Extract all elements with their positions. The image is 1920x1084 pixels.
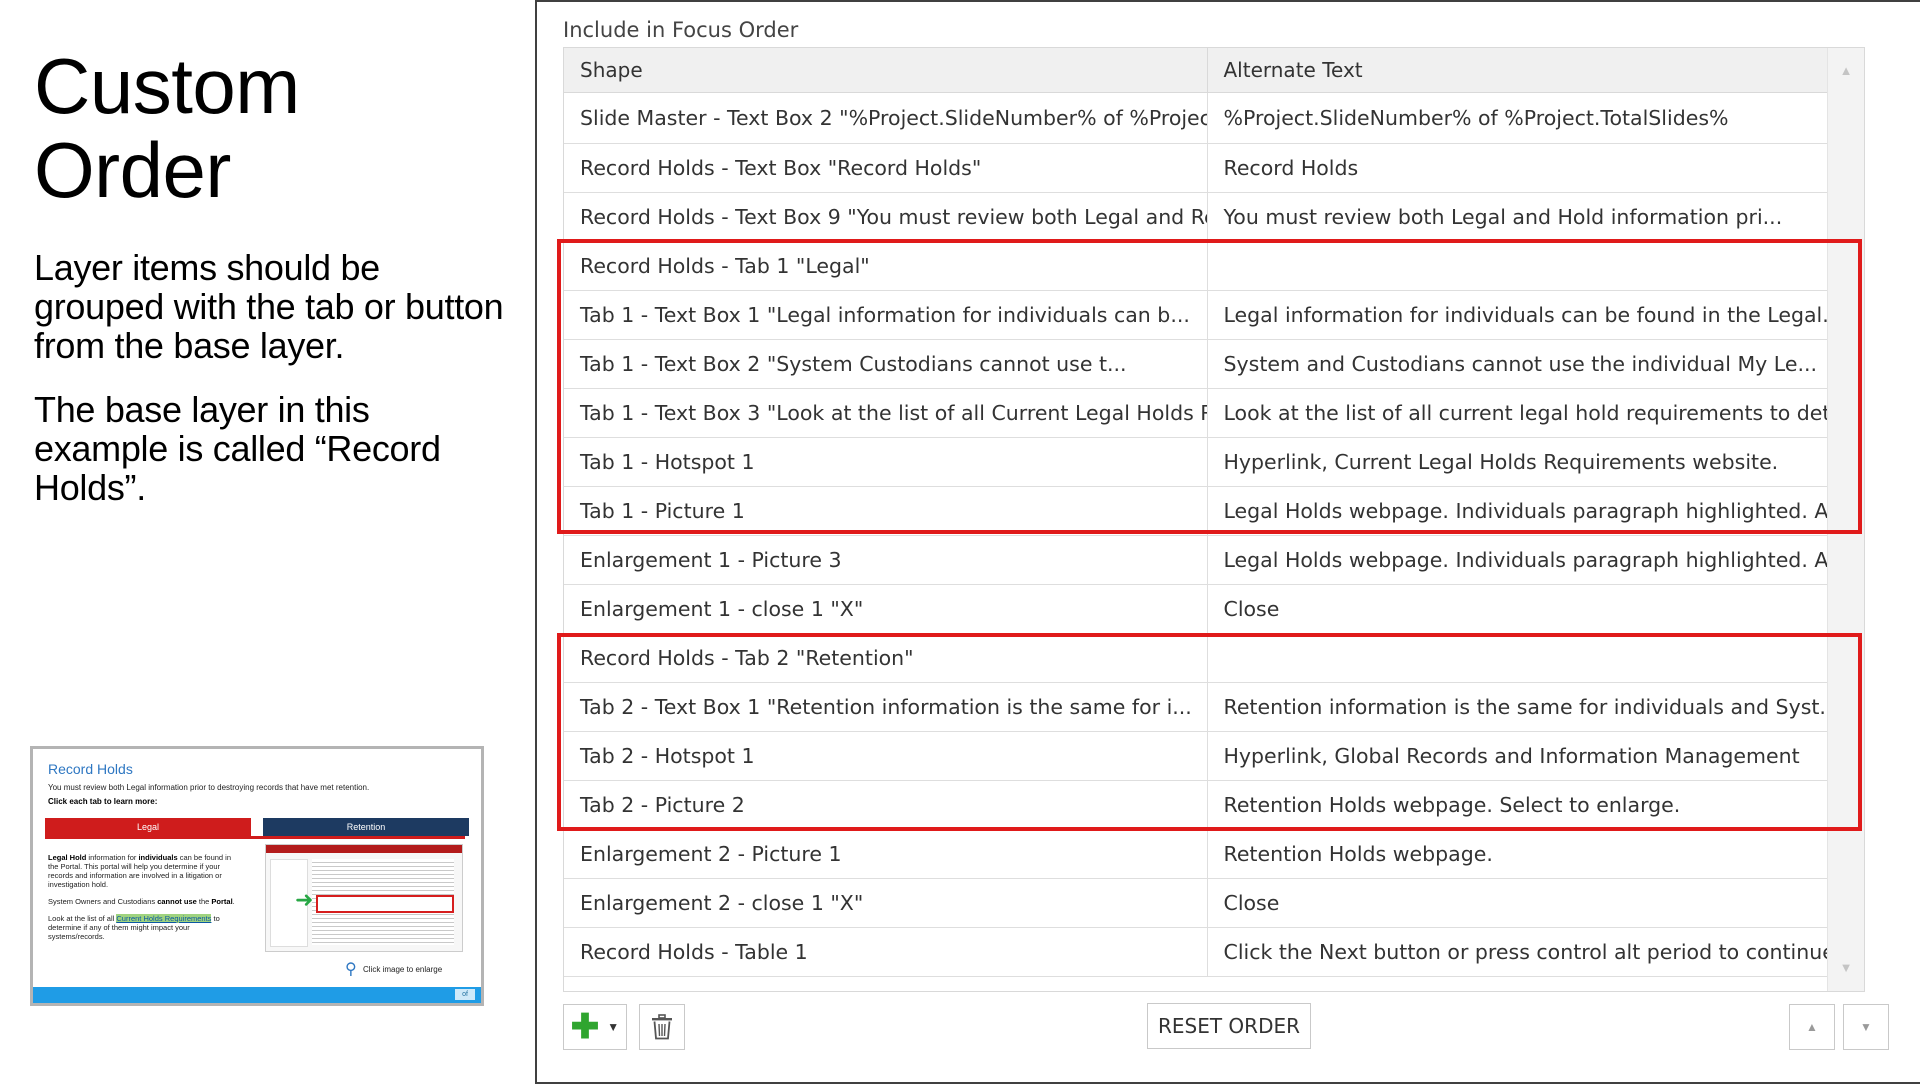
column-header-shape[interactable]: Shape <box>564 48 1208 93</box>
shape-cell[interactable]: Record Holds - Text Box 9 "You must revi… <box>564 192 1208 242</box>
alternate-text-cell[interactable] <box>1207 633 1864 683</box>
table-row[interactable]: Record Holds - Tab 2 "Retention" <box>564 633 1864 683</box>
alternate-text-cell[interactable]: Close <box>1207 878 1864 928</box>
thumbnail-footer: of <box>33 987 481 1003</box>
magnifier-icon: ⚲ <box>345 961 357 978</box>
table-row[interactable]: Enlargement 1 - Picture 3 Legal Holds web… <box>564 535 1864 585</box>
thumbnail-instruction: Click each tab to learn more: <box>48 797 158 806</box>
shape-cell[interactable]: Tab 1 - Text Box 2 "System Custodians ca… <box>564 339 1208 389</box>
slide-paragraph-2: The base layer in this example is called… <box>34 389 441 508</box>
alternate-text-cell[interactable]: Record Holds <box>1207 143 1864 193</box>
alternate-text-cell[interactable]: Retention Holds webpage. Select to enlar… <box>1207 780 1864 830</box>
slide-paragraph-1: Layer items should be grouped with the t… <box>34 247 504 366</box>
alternate-text-cell[interactable]: System and Custodians cannot use the ind… <box>1207 339 1864 389</box>
move-down-button[interactable]: ▼ <box>1843 1004 1889 1050</box>
slide-thumbnail: Record Holds You must review both Legal … <box>30 746 484 1006</box>
table-row[interactable]: Record Holds - Text Box "Record Holds" Re… <box>564 143 1864 193</box>
table-row[interactable]: Record Holds - Tab 1 "Legal" <box>564 241 1864 291</box>
thumbnail-body: Legal Hold information for individuals c… <box>48 853 238 941</box>
move-up-button[interactable]: ▲ <box>1789 1004 1835 1050</box>
table-row[interactable]: Record Holds - Table 1 Click the Next but… <box>564 927 1864 977</box>
move-down-arrow-icon: ▼ <box>1860 1020 1872 1034</box>
add-item-button[interactable]: ✚ ▼ <box>563 1004 627 1050</box>
column-header-alternate-text[interactable]: Alternate Text <box>1207 48 1864 93</box>
shape-cell[interactable]: Record Holds - Tab 1 "Legal" <box>564 241 1208 291</box>
thumbnail-title: Record Holds <box>48 761 133 777</box>
thumbnail-body-p2: System Owners and Custodians cannot use … <box>48 897 235 906</box>
table-row[interactable]: Tab 1 - Text Box 3 "Look at the list of … <box>564 388 1864 438</box>
table-row[interactable]: Record Holds - Text Box 9 "You must revi… <box>564 192 1864 242</box>
table-row[interactable]: Enlargement 2 - close 1 "X" Close <box>564 878 1864 928</box>
thumbnail-tab-retention: Retention <box>263 818 469 836</box>
slide-title-line1: Custom <box>34 42 300 130</box>
table-row[interactable]: Tab 1 - Text Box 1 "Legal information fo… <box>564 290 1864 340</box>
trash-icon <box>652 1014 672 1040</box>
table-row[interactable]: Tab 2 - Picture 2 Retention Holds webpage… <box>564 780 1864 830</box>
slide-title: Custom Order <box>34 44 300 212</box>
focus-order-table: Shape Alternate Text Slide Master - Text… <box>563 47 1865 992</box>
table-row[interactable]: Enlargement 2 - Picture 1 Retention Holds… <box>564 829 1864 879</box>
shape-cell[interactable]: Tab 2 - Hotspot 1 <box>564 731 1208 781</box>
plus-icon: ✚ <box>570 1008 600 1046</box>
alternate-text-cell[interactable]: %Project.SlideNumber% of %Project.TotalS… <box>1207 92 1864 144</box>
shape-cell[interactable]: Record Holds - Text Box "Record Holds" <box>564 143 1208 193</box>
thumbnail-tab-legal: Legal <box>45 818 251 836</box>
focus-order-label: Include in Focus Order <box>563 18 799 42</box>
scroll-up-arrow-icon[interactable]: ▲ <box>1828 56 1864 86</box>
thumbnail-zoom-text: Click image to enlarge <box>363 965 443 974</box>
shape-cell[interactable]: Tab 2 - Picture 2 <box>564 780 1208 830</box>
alternate-text-cell[interactable]: Legal Holds webpage. Individuals paragra… <box>1207 535 1864 585</box>
alternate-text-cell[interactable]: Close <box>1207 584 1864 634</box>
table-row[interactable]: Slide Master - Text Box 2 "%Project.Slid… <box>564 92 1864 144</box>
focus-order-dialog: Include in Focus Order Shape Alternate T… <box>535 0 1920 1084</box>
table-row[interactable]: Enlargement 1 - close 1 "X" Close <box>564 584 1864 634</box>
caret-down-icon[interactable]: ▼ <box>607 1020 619 1034</box>
shape-cell[interactable]: Tab 1 - Text Box 1 "Legal information fo… <box>564 290 1208 340</box>
shape-cell[interactable]: Tab 1 - Picture 1 <box>564 486 1208 536</box>
table-scrollbar[interactable]: ▲ ▼ <box>1827 48 1864 991</box>
table-row[interactable]: Tab 1 - Text Box 2 "System Custodians ca… <box>564 339 1864 389</box>
shape-cell[interactable]: Enlargement 1 - close 1 "X" <box>564 584 1208 634</box>
alternate-text-cell[interactable]: You must review both Legal and Hold info… <box>1207 192 1864 242</box>
alternate-text-cell[interactable]: Look at the list of all current legal ho… <box>1207 388 1864 438</box>
alternate-text-cell[interactable]: Retention Holds webpage. <box>1207 829 1864 879</box>
shape-cell[interactable]: Enlargement 2 - close 1 "X" <box>564 878 1208 928</box>
slide-title-line2: Order <box>34 126 231 214</box>
table-row[interactable]: Tab 1 - Picture 1 Legal Holds webpage. In… <box>564 486 1864 536</box>
shape-cell[interactable]: Tab 1 - Text Box 3 "Look at the list of … <box>564 388 1208 438</box>
shape-cell[interactable]: Slide Master - Text Box 2 "%Project.Slid… <box>564 92 1208 144</box>
table-row[interactable]: Tab 2 - Hotspot 1 Hyperlink, Global Recor… <box>564 731 1864 781</box>
reset-order-button[interactable]: RESET ORDER <box>1147 1003 1311 1049</box>
thumbnail-body-p3: Look at the list of all Current Holds Re… <box>48 914 220 941</box>
arrow-right-icon: ➜ <box>295 887 314 912</box>
alternate-text-cell[interactable]: Click the Next button or press control a… <box>1207 927 1864 977</box>
shape-cell[interactable]: Enlargement 2 - Picture 1 <box>564 829 1208 879</box>
delete-button[interactable] <box>639 1004 685 1050</box>
thumbnail-page-indicator: of <box>455 989 475 1000</box>
shape-cell[interactable]: Record Holds - Tab 2 "Retention" <box>564 633 1208 683</box>
alternate-text-cell[interactable]: Hyperlink, Current Legal Holds Requireme… <box>1207 437 1864 487</box>
thumbnail-tab-underline <box>45 836 465 839</box>
table-row[interactable]: Tab 1 - Hotspot 1 Hyperlink, Current Lega… <box>564 437 1864 487</box>
thumbnail-body-p1: Legal Hold information for individuals c… <box>48 853 232 889</box>
shape-cell[interactable]: Tab 1 - Hotspot 1 <box>564 437 1208 487</box>
alternate-text-cell[interactable]: Retention information is the same for in… <box>1207 682 1864 732</box>
scroll-down-arrow-icon[interactable]: ▼ <box>1828 953 1864 983</box>
shape-cell[interactable]: Record Holds - Table 1 <box>564 927 1208 977</box>
table-row[interactable]: Tab 2 - Text Box 1 "Retention informatio… <box>564 682 1864 732</box>
shape-cell[interactable]: Tab 2 - Text Box 1 "Retention informatio… <box>564 682 1208 732</box>
alternate-text-cell[interactable]: Legal information for individuals can be… <box>1207 290 1864 340</box>
thumbnail-intro: You must review both Legal information p… <box>48 783 370 792</box>
alternate-text-cell[interactable]: Legal Holds webpage. Individuals paragra… <box>1207 486 1864 536</box>
alternate-text-cell[interactable]: Hyperlink, Global Records and Informatio… <box>1207 731 1864 781</box>
shape-cell[interactable]: Enlargement 1 - Picture 3 <box>564 535 1208 585</box>
move-up-arrow-icon: ▲ <box>1806 1020 1818 1034</box>
alternate-text-cell[interactable] <box>1207 241 1864 291</box>
